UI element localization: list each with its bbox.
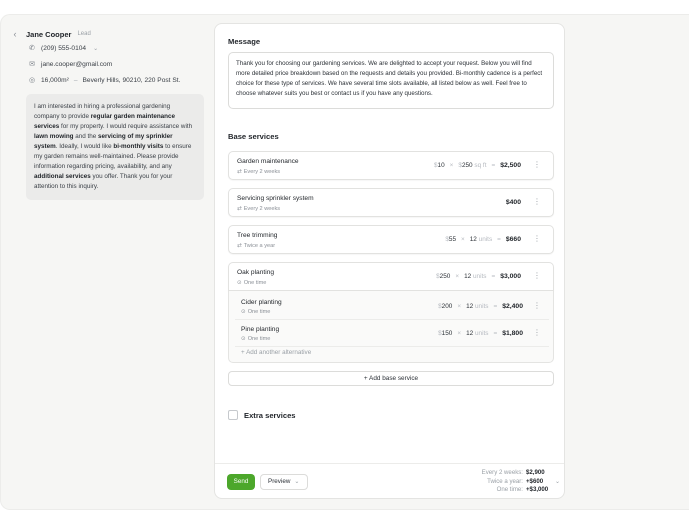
mail-icon: ✉ xyxy=(29,61,35,68)
one-time-icon: ⊙ xyxy=(237,280,242,286)
service-total: $3,000 xyxy=(500,273,521,280)
phone-icon: ✆ xyxy=(29,45,35,52)
service-calculation: $55 × 12 units = $660 xyxy=(445,236,521,243)
alternative-total: $1,800 xyxy=(502,330,523,337)
service-row[interactable]: Oak planting ⊙ One time $250 × 12 units = $3,… xyxy=(228,262,554,291)
service-name: Tree trimming xyxy=(237,232,278,239)
more-options-icon[interactable]: ⋮ xyxy=(533,271,541,280)
property-area: 16,000m² xyxy=(41,76,69,84)
send-button[interactable]: Send xyxy=(227,474,255,490)
alternative-calculation: $200 × 12 units = $2,400 xyxy=(438,303,523,310)
chevron-down-icon[interactable]: ⌄ xyxy=(93,45,98,52)
alternative-name: Cider planting xyxy=(241,299,282,306)
quantity-input[interactable]: 12 xyxy=(466,330,473,337)
rate-input[interactable]: 200 xyxy=(442,303,453,310)
separator: – xyxy=(73,76,78,84)
quote-panel: Message Thank you for choosing our garde… xyxy=(214,23,565,499)
service-name: Servicing sprinkler system xyxy=(237,195,314,202)
more-options-icon[interactable]: ⋮ xyxy=(533,234,541,243)
repeat-icon: ⇄ xyxy=(237,243,242,249)
phone-number: (209) 555-0104 xyxy=(41,44,87,52)
base-services-title: Base services xyxy=(228,132,279,141)
phone-row[interactable]: ✆ (209) 555-0104 ⌄ xyxy=(28,40,206,56)
quantity-input[interactable]: 12 xyxy=(466,303,473,310)
inquiry-message: I am interested in hiring a professional… xyxy=(26,94,204,200)
alternative-total: $2,400 xyxy=(502,303,523,310)
service-name: Garden maintenance xyxy=(237,158,299,165)
service-calculation: $400 xyxy=(506,199,521,206)
location-row: ◎ 16,000m² – Beverly Hills, 90210, 220 P… xyxy=(28,72,206,88)
lead-name: Jane Cooper xyxy=(26,29,72,39)
service-name: Oak planting xyxy=(237,269,275,276)
property-address: Beverly Hills, 90210, 220 Post St. xyxy=(82,76,181,84)
extra-services-checkbox[interactable] xyxy=(228,410,238,420)
service-row[interactable]: Servicing sprinkler system ⇄ Every 2 week… xyxy=(228,188,554,217)
email-address: jane.cooper@gmail.com xyxy=(41,60,113,68)
alternative-row[interactable]: Pine planting ⊙ One time $150 × 12 units = $1… xyxy=(235,322,549,347)
message-textarea[interactable]: Thank you for choosing our gardening ser… xyxy=(228,52,554,109)
preview-dropdown[interactable]: Preview ⌄ xyxy=(260,474,308,490)
more-options-icon[interactable]: ⋮ xyxy=(533,328,541,337)
repeat-icon: ⇄ xyxy=(237,206,242,212)
email-row[interactable]: ✉ jane.cooper@gmail.com xyxy=(28,56,206,72)
lead-status-badge: Lead xyxy=(77,31,91,37)
one-time-icon: ⊙ xyxy=(241,336,246,342)
alternative-name: Pine planting xyxy=(241,326,280,333)
back-chevron-icon[interactable]: ‹ xyxy=(10,29,20,39)
service-calculation: $10 × $250 sq ft = $2,500 xyxy=(433,162,521,169)
rate-input[interactable]: 150 xyxy=(442,330,453,337)
more-options-icon[interactable]: ⋮ xyxy=(533,160,541,169)
more-options-icon[interactable]: ⋮ xyxy=(533,301,541,310)
one-time-icon: ⊙ xyxy=(241,309,246,315)
service-calculation: $250 × 12 units = $3,000 xyxy=(436,273,521,280)
extra-services-toggle[interactable]: Extra services xyxy=(228,410,296,420)
chevron-down-icon[interactable]: ⌄ xyxy=(555,478,560,485)
rate-input[interactable]: 55 xyxy=(449,236,456,243)
location-pin-icon: ◎ xyxy=(28,77,36,84)
lead-panel: ‹ Jane Cooper Lead ✆ (209) 555-0104 ⌄ ✉ … xyxy=(10,28,206,200)
alternative-row[interactable]: Cider planting ⊙ One time $200 × 12 units = $… xyxy=(235,295,549,320)
repeat-icon: ⇄ xyxy=(237,169,242,175)
alternatives-group: Cider planting ⊙ One time $200 × 12 units = $… xyxy=(228,291,554,363)
rate-input[interactable]: 250 xyxy=(440,273,451,280)
service-total: $660 xyxy=(505,236,521,243)
alternative-calculation: $150 × 12 units = $1,800 xyxy=(438,330,523,337)
message-title: Message xyxy=(228,37,261,46)
chevron-down-icon: ⌄ xyxy=(294,479,300,485)
extra-services-title: Extra services xyxy=(244,410,296,420)
service-total: $400 xyxy=(505,199,521,206)
rate-input[interactable]: 10 xyxy=(438,162,445,169)
panel-footer: Send Preview ⌄ Every 2 weeks: $2,900 Twice… xyxy=(215,463,564,499)
service-row[interactable]: Garden maintenance ⇄ Every 2 weeks $10 × $2… xyxy=(228,151,554,180)
quantity-input[interactable]: 12 xyxy=(464,273,471,280)
service-row[interactable]: Tree trimming ⇄ Twice a year $55 × 12 units… xyxy=(228,225,554,254)
quantity-input[interactable]: 250 xyxy=(462,162,473,169)
service-total: $2,500 xyxy=(500,162,521,169)
quantity-input[interactable]: 12 xyxy=(470,236,477,243)
add-base-service-button[interactable]: + Add base service xyxy=(228,371,554,386)
add-alternative-button[interactable]: + Add another alternative xyxy=(241,349,311,356)
more-options-icon[interactable]: ⋮ xyxy=(533,197,541,206)
totals-summary: Every 2 weeks: $2,900 Twice a year: +$600 … xyxy=(481,469,549,493)
